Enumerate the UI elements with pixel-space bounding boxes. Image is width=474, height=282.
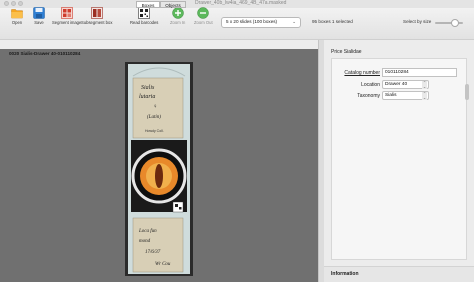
- location-label: Location: [361, 82, 380, 88]
- segment-image-button[interactable]: Segment image: [52, 2, 81, 30]
- zoom-in-label: Zoom In: [170, 20, 186, 25]
- selection-status: 95 boxes 1 selected: [312, 19, 353, 24]
- taxonomy-label: Taxonomy: [357, 93, 380, 99]
- subsegment-box-button[interactable]: Subsegment box: [81, 2, 112, 30]
- subsegment-box-label: Subsegment box: [81, 20, 113, 25]
- select-by-size-label: Select by size: [403, 19, 432, 24]
- layout-select[interactable]: 5 x 20 slides (100 boxes) ⌄: [221, 17, 301, 28]
- details-scrollbar[interactable]: [465, 84, 469, 100]
- slide-bottom-label-line-1: Loca fun: [138, 229, 157, 234]
- taxonomy-select[interactable]: Sialis ⌃ ⌄: [382, 91, 429, 100]
- tab-objects[interactable]: Objects: [160, 1, 186, 8]
- tab-boxes-label: Boxes: [141, 3, 155, 8]
- open-label: Open: [11, 20, 23, 25]
- slide-top-label-footer: Howdy Coll.: [145, 129, 164, 133]
- tab-objects-label: Objects: [165, 3, 181, 8]
- read-barcodes-label: Read barcodes: [130, 20, 159, 25]
- layout-select-value: 5 x 20 slides (100 boxes): [226, 19, 278, 24]
- slide-top-label-line-1: Sialis: [141, 85, 155, 91]
- catalog-number-label: Catalog number: [344, 70, 380, 76]
- chevron-down-icon: ⌄: [292, 19, 296, 24]
- slide-bottom-label-line-4: Wr Cou: [155, 262, 171, 267]
- zoom-out-icon: [197, 6, 210, 19]
- taxonomy-value: Sialis: [385, 93, 397, 98]
- catalog-number-input[interactable]: 010110284: [382, 68, 457, 77]
- save-label: Save: [34, 20, 44, 25]
- specimen-slide-image[interactable]: Sialis lutaria ♀ (Latin) Howdy Coll. Loc…: [125, 62, 193, 276]
- information-label: Information: [331, 271, 359, 277]
- subsegment-box-icon: [90, 6, 103, 19]
- open-folder-icon: [11, 6, 23, 19]
- zoom-out-button[interactable]: Zoom Out: [194, 2, 213, 30]
- slide-top-label-line-4: (Latin): [147, 115, 161, 120]
- location-select[interactable]: Drawer 40 ⌃ ⌄: [382, 80, 429, 89]
- box-title: 0020 Sialis-Drawer 40-010110284: [9, 51, 81, 56]
- segment-image-icon: [60, 6, 73, 19]
- segment-image-label: Segment image: [52, 20, 82, 25]
- save-button[interactable]: Save: [33, 2, 45, 30]
- location-value: Drawer 40: [385, 82, 408, 87]
- slide-bottom-label-line-3: 17/6/37: [145, 250, 161, 255]
- size-slider-thumb[interactable]: [451, 19, 459, 27]
- panel-title: Price Sialidae: [331, 49, 362, 55]
- chevron-updown-icon: ⌃ ⌄: [422, 80, 427, 89]
- tab-boxes[interactable]: Boxes: [136, 1, 160, 8]
- slide-bottom-label-line-2: mond: [139, 239, 151, 244]
- zoom-out-label: Zoom Out: [194, 20, 213, 25]
- slide-top-label-line-3: ♀: [153, 104, 158, 110]
- close-window-button[interactable]: [4, 1, 9, 6]
- save-disk-icon: [33, 6, 45, 19]
- slide-top-label-line-2: lutaria: [139, 94, 155, 100]
- chevron-updown-icon: ⌃ ⌄: [422, 91, 427, 100]
- open-button[interactable]: Open: [11, 2, 23, 30]
